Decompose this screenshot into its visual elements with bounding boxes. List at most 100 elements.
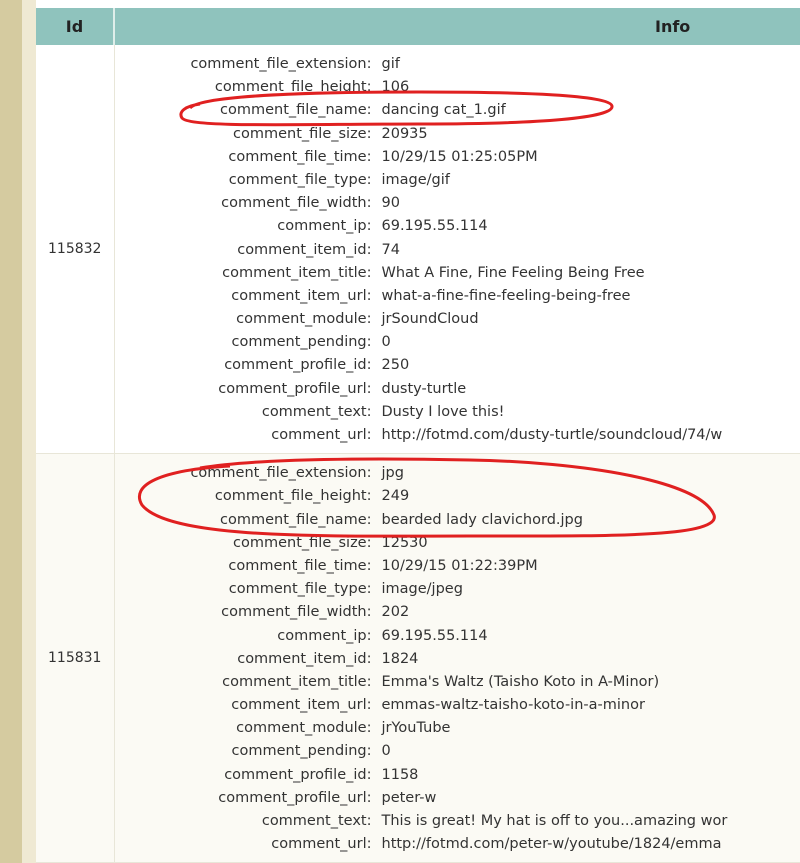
field-value: This is great! My hat is off to you...am…: [381, 813, 728, 829]
field-value: jpg: [381, 465, 404, 482]
field-key: comment_file_time:: [228, 557, 372, 574]
field-value: what-a-fine-fine-feeling-being-free: [381, 287, 631, 304]
field-value: peter-w: [381, 789, 437, 806]
field-value: jrYouTube: [381, 720, 451, 737]
field-line: comment_ip: 69.195.55.114: [115, 215, 800, 238]
field-key: comment_pending:: [231, 743, 372, 760]
sidebar-edge: [0, 0, 22, 863]
field-value: Dusty I love this!: [381, 403, 505, 420]
field-line: comment_file_width: 202: [115, 601, 800, 624]
row-id: 115832: [36, 45, 115, 455]
column-header-id[interactable]: Id: [36, 8, 115, 45]
field-line: comment_file_name: dancing cat_1.gif: [115, 99, 800, 122]
field-line: comment_file_name: bearded lady clavichor…: [115, 509, 800, 532]
field-key: comment_ip:: [277, 627, 372, 644]
field-value: 90: [381, 195, 400, 212]
field-key: comment_url:: [271, 427, 372, 443]
row-id: 115831: [36, 453, 115, 863]
field-key: comment_item_title:: [222, 673, 372, 690]
field-line: comment_text: Dusty I love this!: [115, 401, 800, 424]
field-key: comment_file_extension:: [190, 56, 372, 72]
field-key: comment_file_size:: [233, 125, 372, 142]
field-value: 20935: [381, 125, 428, 142]
field-line: comment_file_type: image/gif: [115, 169, 800, 192]
data-table: Id Info 115832 comment_file_extension: gif…: [36, 8, 800, 863]
field-key: comment_url:: [271, 836, 372, 853]
field-key: comment_item_id:: [237, 241, 372, 258]
field-value: http://fotmd.com/peter-w/youtube/1824/em…: [381, 836, 722, 853]
field-line: comment_profile_id: 1158: [115, 764, 800, 787]
field-line: comment_profile_url: dusty-turtle: [115, 378, 800, 401]
field-key: comment_file_width:: [221, 604, 372, 621]
field-key: comment_file_time:: [228, 148, 372, 165]
field-value: emmas-waltz-taisho-koto-in-a-minor: [381, 697, 645, 714]
field-key: comment_file_height:: [214, 79, 372, 96]
field-line: comment_file_height: 106: [115, 76, 800, 99]
row-info: comment_file_extension: gif comment_file_h…: [114, 45, 800, 455]
table-header-row: Id Info: [36, 8, 800, 45]
column-header-info[interactable]: Info: [114, 8, 800, 45]
field-line: comment_file_height: 249: [115, 485, 800, 508]
field-line: comment_ip: 69.195.55.114: [115, 625, 800, 648]
field-value: 0: [381, 743, 391, 760]
field-value: 1824: [381, 650, 419, 667]
field-key: comment_pending:: [231, 334, 372, 351]
field-value: image/gif: [381, 171, 450, 188]
field-value: 1158: [381, 766, 419, 783]
field-line: comment_module: jrYouTube: [115, 717, 800, 740]
field-value: 10/29/15 01:22:39PM: [381, 557, 538, 574]
field-key: comment_file_name:: [220, 102, 372, 119]
field-line: comment_profile_url: peter-w: [115, 787, 800, 810]
field-line: comment_file_time: 10/29/15 01:22:39PM: [115, 555, 800, 578]
field-line: comment_url: http://fotmd.com/dusty-turtl…: [115, 424, 800, 447]
field-key: comment_file_size:: [233, 534, 372, 551]
field-value: Emma's Waltz (Taisho Koto in A-Minor): [381, 673, 660, 690]
field-key: comment_file_width:: [221, 195, 372, 212]
field-key: comment_text:: [261, 813, 372, 829]
field-value: 74: [381, 241, 400, 258]
field-value: dancing cat_1.gif: [381, 102, 506, 119]
field-key: comment_text:: [261, 403, 372, 420]
field-key: comment_item_url:: [231, 287, 372, 304]
field-value: dusty-turtle: [381, 380, 467, 397]
field-line: comment_text: This is great! My hat is of…: [115, 810, 800, 833]
field-key: comment_file_name:: [220, 511, 372, 528]
field-key: comment_module:: [236, 311, 372, 328]
field-value: 69.195.55.114: [381, 218, 488, 235]
field-key: comment_module:: [236, 720, 372, 737]
sidebar-edge-inner: [22, 0, 36, 863]
field-value: 10/29/15 01:25:05PM: [381, 148, 538, 165]
field-value: 250: [381, 357, 410, 374]
field-line: comment_file_size: 20935: [115, 123, 800, 146]
field-line: comment_item_title: What A Fine, Fine Fee…: [115, 262, 800, 285]
field-value: 69.195.55.114: [381, 627, 488, 644]
field-key: comment_item_title:: [222, 264, 372, 281]
field-value: http://fotmd.com/dusty-turtle/soundcloud…: [381, 427, 723, 443]
field-key: comment_file_extension:: [190, 465, 372, 482]
field-line: comment_item_url: emmas-waltz-taisho-koto…: [115, 694, 800, 717]
field-value: gif: [381, 56, 400, 72]
field-key: comment_profile_id:: [224, 766, 372, 783]
field-value: 249: [381, 488, 410, 505]
field-line: comment_file_extension: jpg: [115, 462, 800, 485]
field-line: comment_pending: 0: [115, 331, 800, 354]
field-key: comment_profile_url:: [218, 380, 372, 397]
field-line: comment_file_type: image/jpeg: [115, 578, 800, 601]
field-line: comment_file_time: 10/29/15 01:25:05PM: [115, 146, 800, 169]
field-value: 12530: [381, 534, 428, 551]
field-value: bearded lady clavichord.jpg: [381, 511, 583, 528]
field-line: comment_module: jrSoundCloud: [115, 308, 800, 331]
field-line: comment_pending: 0: [115, 740, 800, 763]
field-line: comment_item_url: what-a-fine-fine-feelin…: [115, 285, 800, 308]
field-line: comment_file_size: 12530: [115, 532, 800, 555]
field-value: What A Fine, Fine Feeling Being Free: [381, 264, 645, 281]
field-line: comment_file_width: 90: [115, 192, 800, 215]
field-line: comment_profile_id: 250: [115, 354, 800, 377]
field-line: comment_item_id: 74: [115, 239, 800, 262]
field-value: image/jpeg: [381, 581, 463, 598]
row-info: comment_file_extension: jpg comment_file_h…: [114, 453, 800, 863]
field-key: comment_profile_url:: [218, 789, 372, 806]
field-line: comment_item_title: Emma's Waltz (Taisho …: [115, 671, 800, 694]
table-row: 115831 comment_file_extension: jpg comment_…: [36, 453, 800, 863]
field-key: comment_file_type:: [228, 581, 372, 598]
